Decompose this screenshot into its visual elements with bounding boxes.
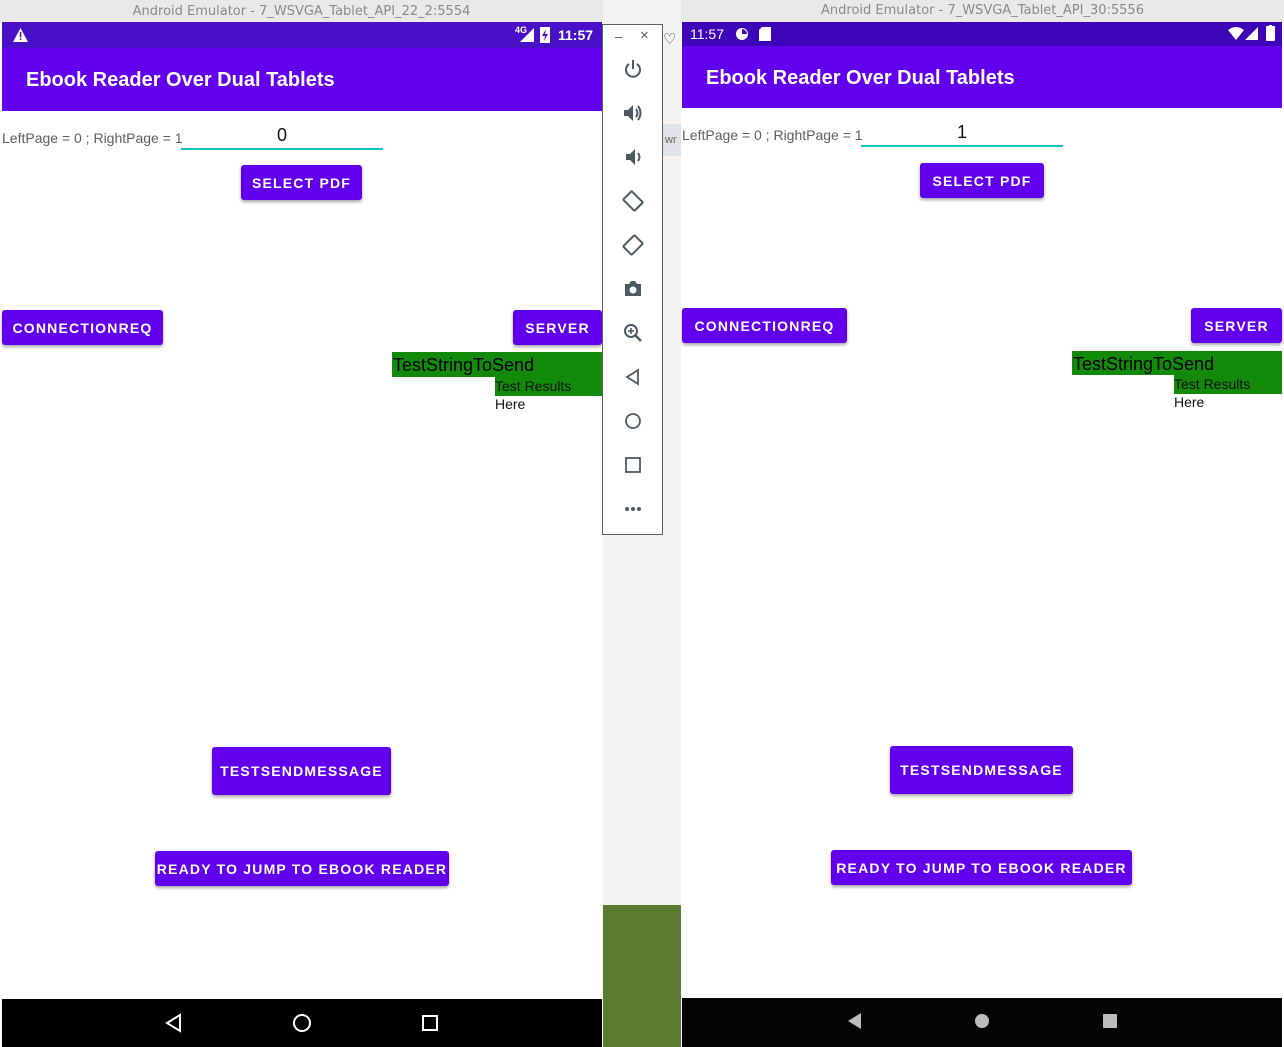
nav-home-icon[interactable]	[292, 1013, 312, 1033]
signal-icon	[1245, 27, 1258, 40]
nav-back-icon[interactable]	[846, 1012, 864, 1030]
nav-back-icon[interactable]	[164, 1013, 184, 1033]
select-pdf-button[interactable]: Select PDF	[241, 165, 362, 200]
sd-card-icon	[759, 27, 771, 41]
desktop-wallpaper	[603, 905, 681, 1047]
right-navigation-bar	[682, 998, 1282, 1047]
left-status-bar: 4G 11:57	[2, 22, 602, 48]
nav-home-icon[interactable]	[973, 1012, 991, 1030]
toolbar-minimize-button[interactable]: –	[615, 29, 622, 44]
battery-charging-icon	[540, 27, 550, 43]
testsendmessage-button[interactable]: TESTSENDMESSAGE	[212, 747, 391, 795]
connectionreq-button[interactable]: CONNECTIONREQ	[2, 310, 163, 345]
left-navigation-bar	[2, 999, 602, 1047]
background-window-fragment: wr	[661, 124, 681, 156]
overview-icon[interactable]	[619, 451, 647, 479]
rotate-left-icon[interactable]	[619, 187, 647, 215]
left-emulator-window: Android Emulator - 7_WSVGA_Tablet_API_22…	[0, 0, 603, 1047]
volume-down-icon[interactable]	[619, 143, 647, 171]
test-string-field[interactable]: TestStringToSend	[1072, 351, 1282, 375]
power-icon[interactable]	[619, 55, 647, 83]
testsendmessage-button[interactable]: TESTSENDMESSAGE	[890, 746, 1073, 794]
volume-up-icon[interactable]	[619, 99, 647, 127]
emulator-toolbar: – ×	[602, 24, 663, 535]
nav-overview-icon[interactable]	[1101, 1012, 1119, 1030]
warning-icon	[13, 28, 28, 42]
page-status-label: LeftPage = 0 ; RightPage = 1	[2, 130, 183, 146]
home-icon[interactable]	[619, 407, 647, 435]
page-number-input[interactable]	[181, 122, 383, 150]
ready-to-jump-button[interactable]: READY TO JUMP TO EBOOK READER	[155, 851, 449, 886]
battery-icon	[1266, 25, 1275, 41]
right-device-screen: 11:57 Ebook Reader Over Dual Tablets Lef…	[682, 22, 1282, 1047]
left-window-title: Android Emulator - 7_WSVGA_Tablet_API_22…	[0, 0, 603, 22]
app-title: Ebook Reader Over Dual Tablets	[2, 48, 602, 111]
nav-overview-icon[interactable]	[420, 1013, 440, 1033]
page-status-label: LeftPage = 0 ; RightPage = 1	[682, 127, 863, 143]
right-status-bar: 11:57	[682, 22, 1282, 46]
app-title: Ebook Reader Over Dual Tablets	[682, 46, 1282, 108]
wifi-icon	[1228, 27, 1244, 40]
status-time: 11:57	[558, 27, 594, 43]
test-results-text: Test Results Here	[1174, 375, 1282, 410]
signal-icon	[520, 28, 534, 42]
server-button[interactable]: SERVER	[513, 310, 602, 345]
data-saver-icon	[736, 28, 748, 40]
server-button[interactable]: SERVER	[1191, 308, 1282, 343]
test-results-text: Test Results Here	[495, 377, 602, 412]
right-window-title: Android Emulator - 7_WSVGA_Tablet_API_30…	[681, 0, 1284, 22]
test-string-field[interactable]: TestStringToSend	[392, 352, 602, 377]
connectionreq-button[interactable]: CONNECTIONREQ	[682, 308, 847, 343]
ready-to-jump-button[interactable]: READY TO JUMP TO EBOOK READER	[831, 850, 1132, 885]
desktop: wr Android Emulator - 7_WSVGA_Tablet_API…	[0, 0, 1284, 1047]
right-emulator-window: Android Emulator - 7_WSVGA_Tablet_API_30…	[681, 0, 1284, 1047]
heart-icon: ♡	[663, 31, 677, 48]
zoom-icon[interactable]	[619, 319, 647, 347]
camera-icon[interactable]	[619, 275, 647, 303]
status-time: 11:57	[690, 26, 724, 42]
page-number-input[interactable]	[861, 119, 1063, 147]
toolbar-close-button[interactable]: ×	[640, 27, 649, 44]
rotate-right-icon[interactable]	[619, 231, 647, 259]
left-device-screen: 4G 11:57 Ebook Reader Over Dual Tablets …	[2, 22, 602, 1047]
more-icon[interactable]	[619, 495, 647, 523]
select-pdf-button[interactable]: Select PDF	[920, 163, 1044, 198]
back-icon[interactable]	[619, 363, 647, 391]
